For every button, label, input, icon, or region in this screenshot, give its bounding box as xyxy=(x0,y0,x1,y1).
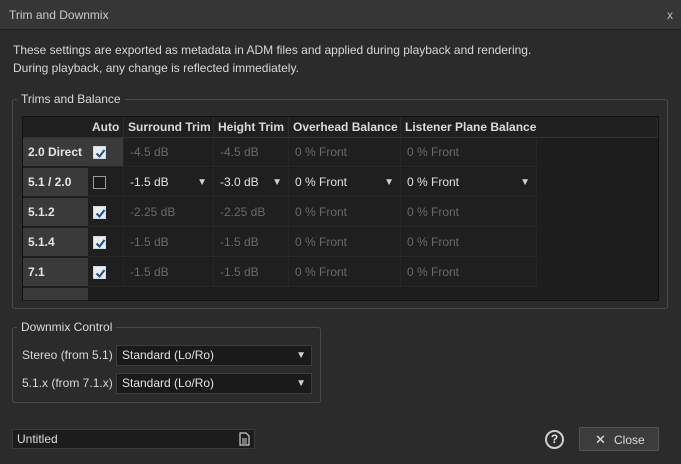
fiveone-downmix-value: Standard (Lo/Ro) xyxy=(122,376,215,390)
listener-balance-cell: 0 % Front xyxy=(401,198,537,227)
chevron-down-icon: ▼ xyxy=(520,177,530,188)
listener-balance-value: 0 % Front xyxy=(407,175,460,189)
document-icon[interactable] xyxy=(238,432,250,451)
auto-cell xyxy=(88,138,124,167)
window-close-icon[interactable]: x xyxy=(667,8,673,22)
surround-trim-cell: -4.5 dB xyxy=(124,138,214,167)
surround-trim-cell: -1.5 dB xyxy=(124,258,214,287)
row-header-5-1-4: 5.1.4 xyxy=(23,228,88,257)
auto-cell xyxy=(88,228,124,257)
overhead-balance-cell: 0 % Front xyxy=(289,198,401,227)
surround-trim-cell: -1.5 dB xyxy=(124,228,214,257)
close-button[interactable]: ✕ Close xyxy=(579,427,659,451)
overhead-balance-cell: 0 % Front xyxy=(289,258,401,287)
chevron-down-icon: ▼ xyxy=(384,177,394,188)
fiveone-downmix-select[interactable]: Standard (Lo/Ro) ▼ xyxy=(116,373,312,394)
overhead-balance-cell: 0 % Front xyxy=(289,138,401,167)
auto-checkbox[interactable] xyxy=(93,266,106,279)
preset-name-value: Untitled xyxy=(17,432,58,446)
preset-name-field[interactable]: Untitled xyxy=(12,429,255,449)
overhead-balance-cell: 0 % Front xyxy=(289,228,401,257)
listener-balance-cell: 0 % Front xyxy=(401,258,537,287)
listener-balance-cell: 0 % Front xyxy=(401,228,537,257)
listener-balance-cell: 0 % Front xyxy=(401,138,537,167)
chevron-down-icon: ▼ xyxy=(296,350,306,361)
info-text-line2: During playback, any change is reflected… xyxy=(13,61,299,75)
row-header-filler xyxy=(23,288,88,301)
stereo-downmix-value: Standard (Lo/Ro) xyxy=(122,348,215,362)
height-trim-value: -3.0 dB xyxy=(220,175,259,189)
auto-checkbox[interactable] xyxy=(93,236,106,249)
fiveone-downmix-label: 5.1.x (from 7.1.x) xyxy=(22,376,113,390)
window-title: Trim and Downmix xyxy=(9,8,109,22)
close-icon: ✕ xyxy=(595,432,606,447)
listener-balance-dropdown[interactable]: 0 % Front ▼ xyxy=(401,168,537,197)
column-header-overhead-balance: Overhead Balance xyxy=(289,117,401,138)
column-header-listener-plane-balance: Listener Plane Balance xyxy=(401,117,658,138)
surround-trim-value: -1.5 dB xyxy=(130,175,169,189)
surround-trim-cell: -2.25 dB xyxy=(124,198,214,227)
trims-table: Auto Surround Trim Height Trim Overhead … xyxy=(22,116,659,301)
row-header-5-1-2: 5.1.2 xyxy=(23,198,88,227)
column-header-auto: Auto xyxy=(88,117,124,138)
height-trim-cell: -4.5 dB xyxy=(214,138,289,167)
title-bar: Trim and Downmix x xyxy=(0,0,681,30)
column-header-height-trim: Height Trim xyxy=(214,117,289,138)
height-trim-dropdown[interactable]: -3.0 dB ▼ xyxy=(214,168,289,197)
overhead-balance-value: 0 % Front xyxy=(295,175,348,189)
row-header-5-1-2-0: 5.1 / 2.0 xyxy=(23,168,88,197)
downmix-control-legend: Downmix Control xyxy=(21,320,113,334)
surround-trim-dropdown[interactable]: -1.5 dB ▼ xyxy=(124,168,214,197)
trims-balance-legend: Trims and Balance xyxy=(21,92,121,106)
row-header-7-1: 7.1 xyxy=(23,258,88,287)
auto-checkbox[interactable] xyxy=(93,206,106,219)
auto-checkbox[interactable] xyxy=(93,146,106,159)
chevron-down-icon: ▼ xyxy=(296,378,306,389)
chevron-down-icon: ▼ xyxy=(272,177,282,188)
table-corner xyxy=(23,117,88,138)
chevron-down-icon: ▼ xyxy=(197,177,207,188)
stereo-downmix-select[interactable]: Standard (Lo/Ro) ▼ xyxy=(116,345,312,366)
info-text-line1: These settings are exported as metadata … xyxy=(13,43,532,57)
stereo-downmix-label: Stereo (from 5.1) xyxy=(22,348,113,362)
height-trim-cell: -1.5 dB xyxy=(214,258,289,287)
auto-checkbox[interactable] xyxy=(93,176,106,189)
column-header-surround-trim: Surround Trim xyxy=(124,117,214,138)
auto-cell xyxy=(88,168,124,197)
help-button[interactable]: ? xyxy=(545,430,564,449)
overhead-balance-dropdown[interactable]: 0 % Front ▼ xyxy=(289,168,401,197)
height-trim-cell: -1.5 dB xyxy=(214,228,289,257)
auto-cell xyxy=(88,258,124,287)
row-header-2-0-direct: 2.0 Direct xyxy=(23,138,88,167)
height-trim-cell: -2.25 dB xyxy=(214,198,289,227)
close-button-label: Close xyxy=(614,433,645,447)
auto-cell xyxy=(88,198,124,227)
